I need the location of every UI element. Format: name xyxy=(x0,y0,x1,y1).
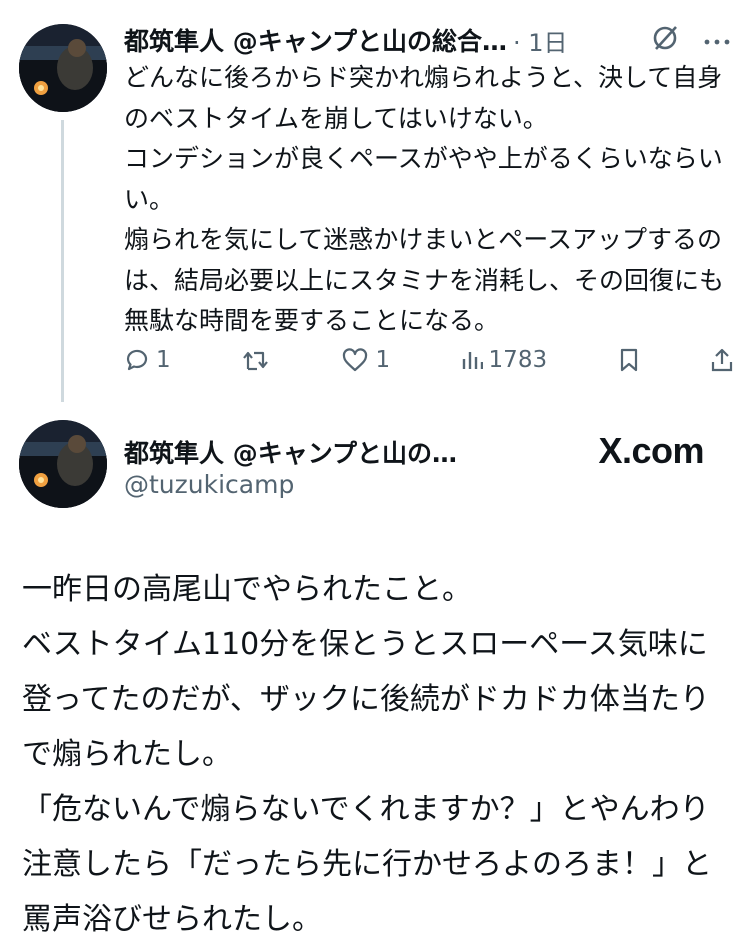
reply-icon xyxy=(124,347,150,373)
retweet-button[interactable] xyxy=(241,347,271,373)
bookmark-icon xyxy=(618,347,640,373)
timestamp[interactable]: · 1日 xyxy=(513,23,568,58)
tweet-actions: 1 1 1783 xyxy=(124,342,734,378)
reply-button[interactable]: 1 xyxy=(124,347,171,373)
thread-line xyxy=(61,120,64,402)
author-name[interactable]: 都筑隼人 @キャンプと山の総合… xyxy=(124,22,507,58)
share-button[interactable] xyxy=(710,347,734,373)
tweet-text: どんなに後ろからド突かれ煽られようと、決して自身のベストタイムを崩してはいけない… xyxy=(124,63,725,335)
avatar[interactable] xyxy=(19,24,107,112)
share-icon xyxy=(710,347,734,373)
like-button[interactable]: 1 xyxy=(341,347,390,373)
more-icon[interactable] xyxy=(704,31,730,50)
author-name[interactable]: 都筑隼人 @キャンプと山の… xyxy=(124,434,457,470)
reply-count: 1 xyxy=(156,347,171,373)
like-icon xyxy=(341,347,369,373)
avatar[interactable] xyxy=(19,420,107,508)
views-icon xyxy=(461,348,483,372)
tweet-text: 一昨日の高尾山でやられたこと。 ベストタイム110分を保とうとスローペース気味に… xyxy=(22,572,712,937)
views-button[interactable]: 1783 xyxy=(461,347,548,373)
bookmark-button[interactable] xyxy=(618,347,640,373)
views-count: 1783 xyxy=(488,347,548,373)
like-count: 1 xyxy=(375,347,391,373)
tweet-header: 都筑隼人 @キャンプと山の総合… · 1日 xyxy=(124,22,730,58)
author-handle[interactable]: @tuzukicamp xyxy=(124,470,294,499)
grok-icon[interactable] xyxy=(650,23,680,57)
retweet-icon xyxy=(241,347,271,373)
x-logo: X.com xyxy=(598,430,704,471)
